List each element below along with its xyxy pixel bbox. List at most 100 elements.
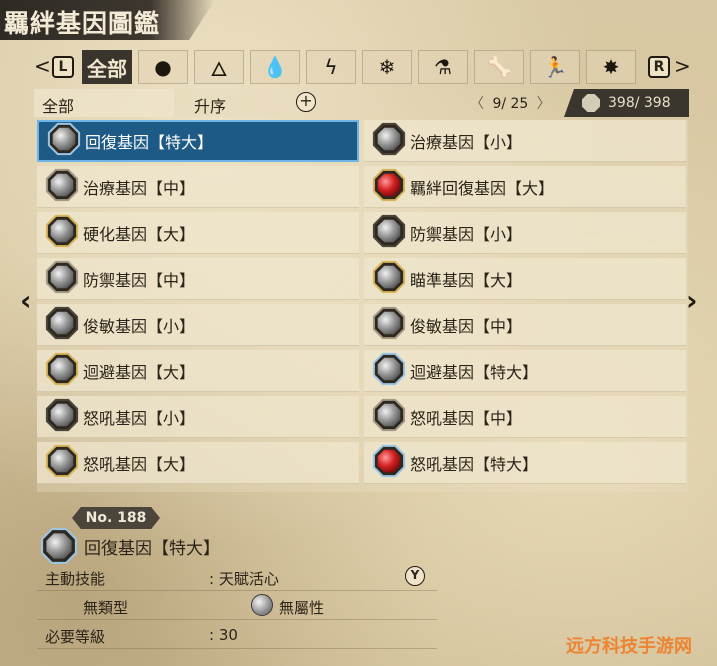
- silver-gene-icon: [372, 122, 406, 160]
- active-skill-value: : 天賦活心: [209, 570, 279, 588]
- active-skill-label: 主動技能: [45, 570, 106, 588]
- attribute-label: 無屬性: [279, 599, 325, 617]
- status-icon: 🦴: [486, 55, 512, 79]
- silver-gene-icon: [45, 168, 79, 206]
- tab-all-text[interactable]: 全部: [82, 50, 132, 84]
- red-gene-icon: [372, 444, 406, 482]
- selected-gene-icon: [40, 527, 78, 569]
- gene-list-item[interactable]: 怒吼基因【中】: [364, 396, 686, 438]
- r-button-hint: R: [648, 56, 670, 78]
- type-row: 無類型 無屬性: [37, 593, 437, 620]
- list-header: 全部 升序 + 〈 9/ 25 〉 398/ 398: [34, 89, 689, 117]
- silver-gene-icon: [372, 352, 406, 390]
- red-gene-icon: [372, 168, 406, 206]
- tab-burst-icon[interactable]: ✸: [586, 50, 636, 84]
- tab-prev-arrow-icon[interactable]: <: [34, 56, 51, 76]
- tab-move-icon[interactable]: 🏃: [530, 50, 580, 84]
- gene-list-item[interactable]: 硬化基因【大】: [37, 212, 359, 254]
- active-skill-row: 主動技能 : 天賦活心 Y: [37, 564, 437, 591]
- gene-name: 俊敏基因【小】: [83, 316, 196, 336]
- silver-gene-icon: [45, 260, 79, 298]
- silver-gene-icon: [47, 122, 81, 160]
- gene-list-item[interactable]: 俊敏基因【小】: [37, 304, 359, 346]
- silver-gene-icon: [45, 214, 79, 252]
- silver-gene-icon: [372, 306, 406, 344]
- silver-gene-icon: [372, 214, 406, 252]
- page-next-icon[interactable]: 〉: [537, 96, 551, 112]
- gene-list-item[interactable]: 迴避基因【大】: [37, 350, 359, 392]
- l-button-hint: L: [52, 56, 74, 78]
- gene-name: 俊敏基因【中】: [410, 316, 523, 336]
- gene-number-badge: No. 188: [72, 507, 160, 529]
- tab-dragon-icon[interactable]: ⚗: [418, 50, 468, 84]
- gene-name: 瞄準基因【大】: [410, 270, 523, 290]
- tab-fire-icon[interactable]: 🜂: [194, 50, 244, 84]
- gene-name: 硬化基因【大】: [83, 224, 196, 244]
- thunder-icon: ϟ: [324, 55, 338, 79]
- gene-grid: 回復基因【特大】 治療基因【中】 硬化基因【大】 防禦基因【中】 俊敏基因【小】…: [37, 120, 688, 492]
- gene-list-item[interactable]: 羈絆回復基因【大】: [364, 166, 686, 208]
- gene-list-item[interactable]: 防禦基因【中】: [37, 258, 359, 300]
- category-tab-bar: < L 全部 ● 🜂 💧 ϟ ❄ ⚗ 🦴 🏃 ✸ R >: [30, 48, 694, 86]
- gene-name: 羈絆回復基因【大】: [410, 178, 555, 198]
- dragon-icon: ⚗: [434, 55, 452, 79]
- selected-gene-name: 回復基因【特大】: [84, 539, 220, 559]
- gene-list-item[interactable]: 怒吼基因【大】: [37, 442, 359, 484]
- silver-gene-icon: [372, 398, 406, 436]
- gene-name: 防禦基因【小】: [410, 224, 523, 244]
- gene-list-item[interactable]: 治療基因【小】: [364, 120, 686, 162]
- gene-name: 怒吼基因【大】: [83, 454, 196, 474]
- gene-list-item[interactable]: 治療基因【中】: [37, 166, 359, 208]
- tab-next-arrow-icon[interactable]: >: [674, 56, 691, 76]
- tab-water-icon[interactable]: 💧: [250, 50, 300, 84]
- silver-gene-icon: [372, 260, 406, 298]
- prev-page-arrow-icon[interactable]: ‹: [20, 284, 32, 317]
- required-level-value: : 30: [209, 626, 238, 644]
- tab-status-icon[interactable]: 🦴: [474, 50, 524, 84]
- page-number: 9/ 25: [492, 96, 529, 112]
- gene-list-item[interactable]: 回復基因【特大】: [37, 120, 359, 162]
- gene-count-icon: [582, 94, 600, 112]
- move-icon: 🏃: [542, 55, 568, 79]
- gene-list-item[interactable]: 迴避基因【特大】: [364, 350, 686, 392]
- required-level-row: 必要等級 : 30: [37, 622, 437, 649]
- non-elemental-icon: ●: [154, 55, 172, 79]
- type-label: 無類型: [83, 599, 129, 617]
- tab-non-elemental-icon[interactable]: ●: [138, 50, 188, 84]
- page-prev-icon[interactable]: 〈: [470, 96, 484, 112]
- gene-name: 回復基因【特大】: [85, 133, 214, 152]
- collection-count: 398/ 398: [564, 89, 689, 117]
- required-level-label: 必要等級: [45, 628, 106, 646]
- collection-count-text: 398/ 398: [608, 95, 671, 111]
- gene-list-item[interactable]: 防禦基因【小】: [364, 212, 686, 254]
- tab-label: 全部: [87, 56, 127, 81]
- filter-label[interactable]: 全部: [34, 89, 174, 117]
- gene-name: 治療基因【中】: [83, 178, 196, 198]
- gene-list-item[interactable]: 俊敏基因【中】: [364, 304, 686, 346]
- gene-list-item[interactable]: 怒吼基因【小】: [37, 396, 359, 438]
- next-page-arrow-icon[interactable]: ›: [686, 284, 698, 317]
- watermark: 远方科技手游网: [566, 636, 692, 657]
- tab-ice-icon[interactable]: ❄: [362, 50, 412, 84]
- ice-icon: ❄: [378, 55, 396, 79]
- non-elemental-icon: [251, 594, 273, 616]
- silver-gene-icon: [45, 444, 79, 482]
- fire-icon: 🜂: [210, 56, 228, 81]
- silver-gene-icon: [45, 352, 79, 390]
- gene-name: 怒吼基因【中】: [410, 408, 523, 428]
- gene-name: 怒吼基因【特大】: [410, 454, 539, 474]
- gene-name: 迴避基因【特大】: [410, 362, 539, 382]
- silver-gene-icon: [45, 306, 79, 344]
- gene-name: 治療基因【小】: [410, 132, 523, 152]
- page-indicator: 〈 9/ 25 〉: [470, 93, 551, 113]
- water-icon: 💧: [262, 55, 288, 79]
- gene-name: 怒吼基因【小】: [83, 408, 196, 428]
- gene-list-item[interactable]: 怒吼基因【特大】: [364, 442, 686, 484]
- sort-toggle-button[interactable]: +: [296, 92, 316, 112]
- page-title: 羈絆基因圖鑑: [4, 9, 161, 38]
- gene-list-item[interactable]: 瞄準基因【大】: [364, 258, 686, 300]
- burst-icon: ✸: [602, 55, 620, 79]
- gene-name: 迴避基因【大】: [83, 362, 196, 382]
- y-button-hint[interactable]: Y: [405, 566, 425, 586]
- tab-thunder-icon[interactable]: ϟ: [306, 50, 356, 84]
